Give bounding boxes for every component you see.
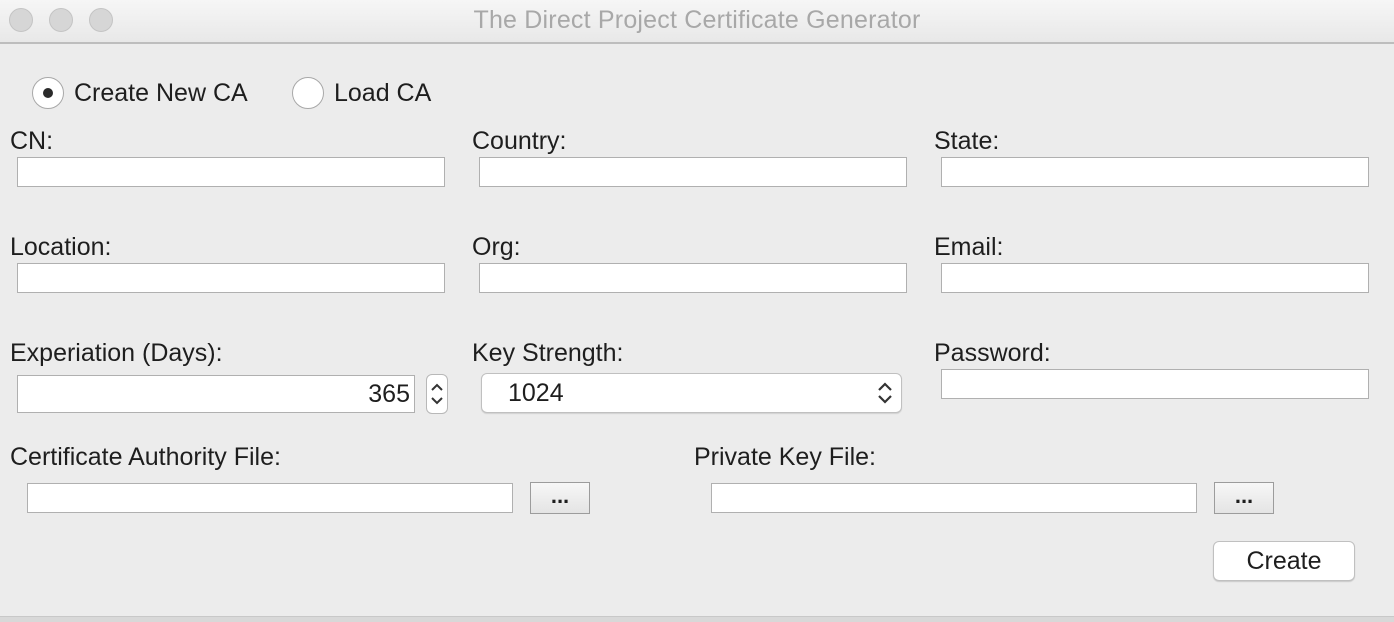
private-key-browse-button[interactable]: ... <box>1214 482 1274 514</box>
org-label: Org: <box>472 233 521 261</box>
load-ca-radio[interactable] <box>292 77 324 109</box>
title-bar: The Direct Project Certificate Generator <box>0 0 1394 44</box>
load-ca-label[interactable]: Load CA <box>334 78 431 108</box>
key-strength-select[interactable]: 1024 <box>481 373 902 413</box>
select-chevron-icon <box>878 382 892 404</box>
country-label: Country: <box>472 127 567 155</box>
private-key-file-field[interactable] <box>711 483 1197 513</box>
cn-field[interactable] <box>17 157 445 187</box>
state-label: State: <box>934 127 1000 155</box>
cn-label: CN: <box>10 127 54 155</box>
key-strength-label: Key Strength: <box>472 339 624 367</box>
ca-file-browse-button[interactable]: ... <box>530 482 590 514</box>
email-label: Email: <box>934 233 1004 261</box>
window-bottom-edge <box>0 616 1394 622</box>
ca-file-field[interactable] <box>27 483 513 513</box>
create-new-ca-label[interactable]: Create New CA <box>74 78 248 108</box>
location-field[interactable] <box>17 263 445 293</box>
stepper-arrows-icon <box>431 383 443 405</box>
expiration-stepper[interactable] <box>426 374 448 414</box>
create-new-ca-radio[interactable] <box>32 77 64 109</box>
email-field[interactable] <box>941 263 1369 293</box>
org-field[interactable] <box>479 263 907 293</box>
password-label: Password: <box>934 339 1051 367</box>
window-title: The Direct Project Certificate Generator <box>473 6 921 34</box>
expiration-days-field[interactable]: 365 <box>17 375 415 413</box>
ca-file-label: Certificate Authority File: <box>10 443 281 471</box>
certificate-generator-window: The Direct Project Certificate Generator… <box>0 0 1394 622</box>
private-key-file-label: Private Key File: <box>694 443 877 471</box>
create-button[interactable]: Create <box>1213 541 1355 581</box>
key-strength-value: 1024 <box>508 379 564 407</box>
location-label: Location: <box>10 233 112 261</box>
password-field[interactable] <box>941 369 1369 399</box>
state-field[interactable] <box>941 157 1369 187</box>
country-field[interactable] <box>479 157 907 187</box>
expiration-label: Experiation (Days): <box>10 339 223 367</box>
radio-selected-dot <box>43 88 53 98</box>
